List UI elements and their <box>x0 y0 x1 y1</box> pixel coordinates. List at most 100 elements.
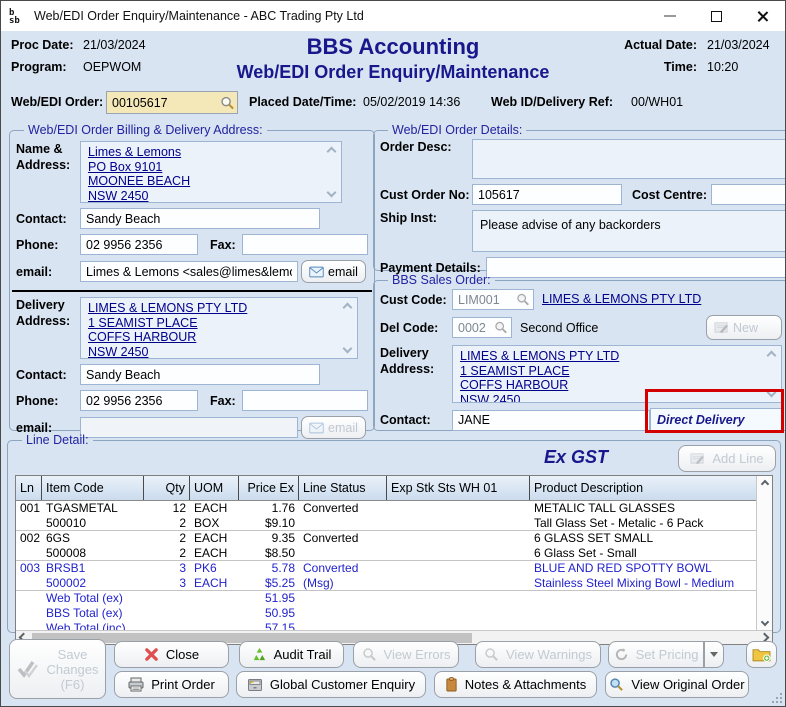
order-lookup-button[interactable] <box>218 94 236 111</box>
table-cell: 9.35 <box>239 531 299 546</box>
table-row[interactable]: BBS Total (ex)50.95 <box>16 606 756 621</box>
table-vertical-scrollbar[interactable] <box>756 476 772 630</box>
table-cell <box>387 546 530 560</box>
close-window-button[interactable] <box>739 1 785 31</box>
table-row[interactable]: Web Total (ex)51.95 <box>16 591 756 606</box>
cust-order-no-input[interactable] <box>472 184 622 205</box>
table-cell <box>299 591 387 606</box>
billing-email-label: email: <box>16 264 80 280</box>
billing-delivery-group: Web/EDI Order Billing & Delivery Address… <box>9 123 375 431</box>
table-cell <box>190 621 239 630</box>
cost-centre-input[interactable] <box>711 184 786 205</box>
cust-code-lookup-button[interactable] <box>514 291 532 308</box>
table-cell <box>299 606 387 621</box>
resize-grip[interactable] <box>772 693 782 703</box>
scroll-down-icon[interactable] <box>767 388 777 398</box>
sales-delivery-address-label: Delivery <box>380 346 429 360</box>
billing-address-link[interactable]: MOONEE BEACH <box>88 174 321 189</box>
billing-fax-input[interactable] <box>242 234 368 255</box>
chevron-down-icon <box>710 652 718 657</box>
delivery-fax-input[interactable] <box>242 390 368 411</box>
billing-email-input[interactable] <box>80 261 298 282</box>
ex-gst-label: Ex GST <box>544 447 608 468</box>
sales-contact-input[interactable] <box>452 410 650 431</box>
sales-address-link[interactable]: COFFS HARBOUR <box>460 378 761 393</box>
open-folder-button[interactable] <box>746 641 777 668</box>
scroll-up-icon[interactable] <box>343 303 353 313</box>
save-changes-button[interactable]: Save Changes (F6) <box>9 639 106 699</box>
table-cell: 3 <box>144 561 190 576</box>
column-header: Product Description <box>530 476 756 500</box>
new-button[interactable]: New <box>706 315 782 340</box>
billing-contact-label: Contact: <box>16 211 80 227</box>
table-row[interactable]: Web Total (inc)57.15 <box>16 621 756 630</box>
table-cell: EACH <box>190 576 239 590</box>
scroll-up-icon[interactable] <box>761 480 769 488</box>
delivery-phone-input[interactable] <box>80 390 198 411</box>
set-pricing-dropdown-button[interactable] <box>704 641 724 668</box>
column-header: Exp Stk Sts WH 01 <box>387 476 530 500</box>
view-errors-button[interactable]: View Errors <box>353 641 459 668</box>
order-desc-box[interactable] <box>472 139 786 179</box>
table-cell: Tall Glass Set - Metalic - 6 Pack <box>530 516 756 530</box>
table-cell: $5.25 <box>239 576 299 590</box>
table-cell: BLUE AND RED SPOTTY BOWL <box>530 561 756 576</box>
table-row[interactable]: 5000082EACH$8.506 Glass Set - Small <box>16 546 756 561</box>
billing-email-button[interactable]: email <box>301 260 366 283</box>
table-cell: Stainless Steel Mixing Bowl - Medium <box>530 576 756 590</box>
table-cell <box>387 561 530 576</box>
billing-contact-input[interactable] <box>80 208 320 229</box>
minimize-button[interactable] <box>647 1 693 31</box>
del-code-lookup-button[interactable] <box>492 319 510 336</box>
table-cell: 2 <box>144 531 190 546</box>
table-row[interactable]: 5000102BOX$9.10Tall Glass Set - Metalic … <box>16 516 756 531</box>
time-value: 10:20 <box>707 60 775 74</box>
delivery-address-link[interactable]: LIMES & LEMONS PTY LTD <box>88 301 337 316</box>
scroll-down-icon[interactable] <box>327 188 337 198</box>
table-row[interactable]: 5000023EACH$5.25(Msg)Stainless Steel Mix… <box>16 576 756 591</box>
table-cell: Web Total (inc) <box>42 621 144 630</box>
billing-address-link[interactable]: PO Box 9101 <box>88 160 321 175</box>
maximize-button[interactable] <box>693 1 739 31</box>
table-cell <box>190 606 239 621</box>
audit-trail-button[interactable]: Audit Trail <box>239 641 344 668</box>
billing-phone-input[interactable] <box>80 234 198 255</box>
bbs-sales-order-group: BBS Sales Order: Cust Code: LIMES & LEMO… <box>373 273 786 431</box>
table-cell: 002 <box>16 531 42 546</box>
ship-inst-box[interactable]: Please advise of any backorders <box>472 210 786 252</box>
close-button[interactable]: Close <box>114 641 229 668</box>
notes-attachments-button[interactable]: Notes & Attachments <box>434 671 597 698</box>
scroll-down-icon[interactable] <box>343 344 353 354</box>
table-cell: BOX <box>190 516 239 530</box>
set-pricing-button[interactable]: Set Pricing <box>608 641 704 668</box>
table-cell: BRSB1 <box>42 561 144 576</box>
search-icon <box>609 677 624 692</box>
add-line-button[interactable]: Add Line <box>678 445 776 472</box>
table-header-row[interactable]: Ln Item Code Qty UOM Price Ex Line Statu… <box>16 476 756 501</box>
delivery-address-link[interactable]: NSW 2450 <box>88 345 337 360</box>
cust-code-link[interactable]: LIMES & LEMONS PTY LTD <box>542 292 701 307</box>
scroll-up-icon[interactable] <box>767 351 777 361</box>
table-row[interactable]: 001TGASMETAL12EACH1.76ConvertedMETALIC T… <box>16 501 756 516</box>
search-icon <box>484 647 499 662</box>
table-cell <box>299 621 387 630</box>
delivery-address-link[interactable]: COFFS HARBOUR <box>88 330 337 345</box>
view-warnings-button[interactable]: View Warnings <box>475 641 601 668</box>
sales-address-link[interactable]: LIMES & LEMONS PTY LTD <box>460 349 761 364</box>
delivery-contact-input[interactable] <box>80 364 320 385</box>
table-cell: 500008 <box>42 546 144 560</box>
table-row[interactable]: 0026GS2EACH9.35Converted6 GLASS SET SMAL… <box>16 531 756 546</box>
scroll-down-icon[interactable] <box>761 618 769 626</box>
global-customer-enquiry-button[interactable]: Global Customer Enquiry <box>236 671 426 698</box>
billing-address-link[interactable]: NSW 2450 <box>88 189 321 204</box>
sales-address-link[interactable]: 1 SEAMIST PLACE <box>460 364 761 379</box>
sales-address-link[interactable]: NSW 2450 <box>460 393 761 404</box>
table-row[interactable]: 003BRSB13PK65.78ConvertedBLUE AND RED SP… <box>16 561 756 576</box>
table-cell <box>387 606 530 621</box>
scroll-up-icon[interactable] <box>327 147 337 157</box>
billing-address-link[interactable]: Limes & Lemons <box>88 145 321 160</box>
delivery-address-link[interactable]: 1 SEAMIST PLACE <box>88 316 337 331</box>
print-order-button[interactable]: Print Order <box>114 671 229 698</box>
billing-phone-label: Phone: <box>16 237 80 253</box>
view-original-order-button[interactable]: View Original Order <box>605 671 749 698</box>
